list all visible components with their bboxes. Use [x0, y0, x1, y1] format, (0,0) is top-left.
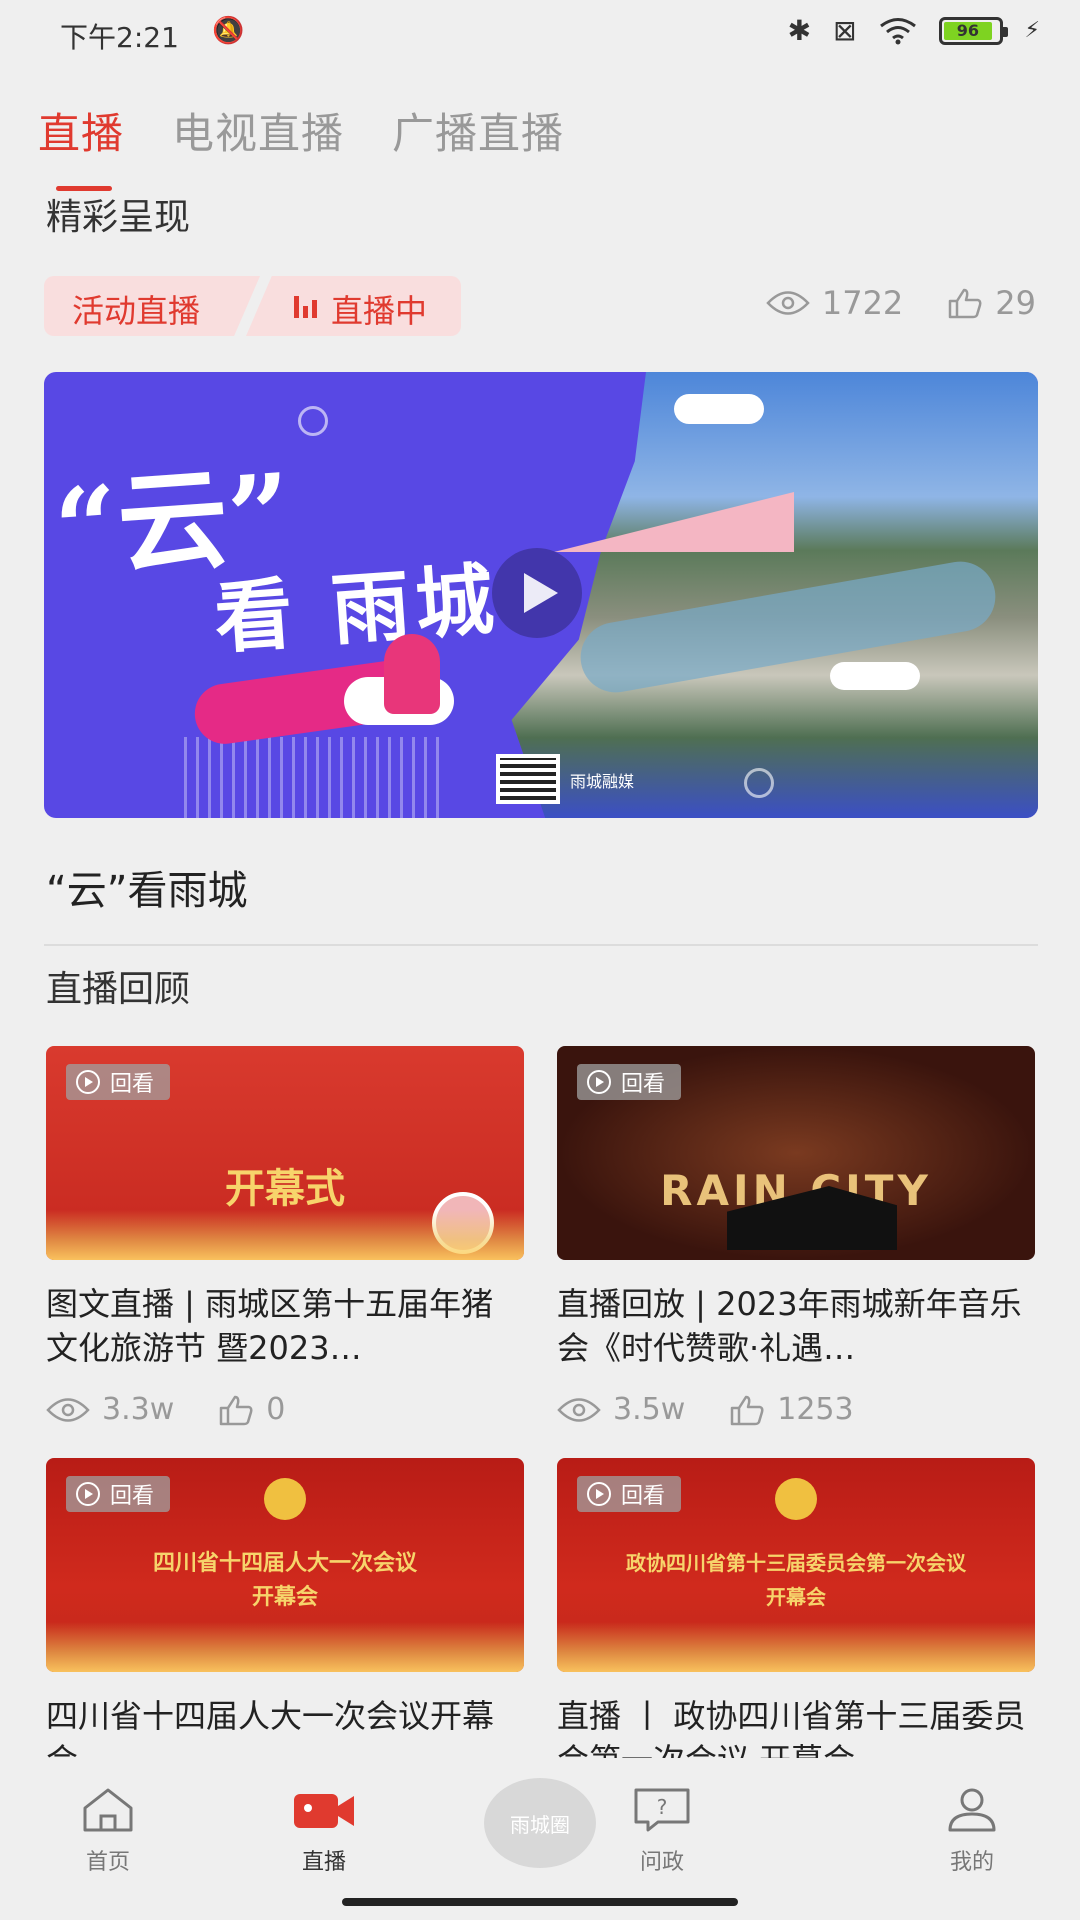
card-title: 图文直播 | 雨城区第十五届年猪文化旅游节 暨2023…	[46, 1285, 494, 1367]
nav-yucheng-circle[interactable]: 雨城圈	[484, 1778, 596, 1868]
featured-live-name[interactable]: “云”看雨城	[46, 858, 247, 916]
qr-code	[496, 754, 560, 804]
bluetooth-icon: ✱	[787, 14, 812, 47]
top-tabs: 直播 电视直播 广播直播	[38, 100, 564, 191]
featured-section-title: 精彩呈现	[46, 197, 191, 238]
replay-badge: 回看	[577, 1476, 682, 1512]
tab-tv-live[interactable]: 电视直播	[172, 100, 344, 161]
thumbs-up-icon	[731, 1395, 764, 1425]
card-views: 3.3w	[102, 1392, 175, 1427]
replay-badge: 回看	[66, 1064, 171, 1100]
nav-inquiry[interactable]: ? 问政	[602, 1786, 722, 1876]
charging-icon: ⚡	[1024, 18, 1040, 43]
question-chat-icon: ?	[634, 1788, 690, 1832]
eye-icon	[766, 291, 810, 315]
play-icon[interactable]	[492, 548, 582, 638]
banner-brand: 雨城融媒	[570, 772, 635, 791]
emblem-icon	[775, 1478, 817, 1520]
live-status-tag: 直播中	[246, 276, 462, 336]
review-card[interactable]: 回看 RAIN CITY 直播回放 | 2023年雨城新年音乐会《时代赞歌·礼遇…	[557, 1046, 1035, 1427]
svg-text:?: ?	[657, 1795, 668, 1819]
card-title: 直播回放 | 2023年雨城新年音乐会《时代赞歌·礼遇…	[557, 1285, 1022, 1367]
home-icon	[83, 1788, 133, 1832]
sim-icon: ⊠	[833, 14, 857, 47]
card-thumbnail: 回看 四川省十四届人大一次会议 开幕会	[46, 1458, 524, 1672]
replay-badge: 回看	[66, 1476, 171, 1512]
play-circle-icon	[587, 1482, 611, 1506]
video-camera-icon	[294, 1794, 354, 1828]
card-thumbnail: 回看 开幕式	[46, 1046, 524, 1260]
play-circle-icon	[76, 1482, 100, 1506]
battery-icon: 96	[938, 16, 1008, 45]
play-circle-icon	[587, 1070, 611, 1094]
thumbs-up-icon	[949, 288, 982, 319]
home-indicator[interactable]	[342, 1898, 738, 1906]
card-thumb-text: 政协四川省第十三届委员会第一次会议 开幕会	[626, 1551, 966, 1609]
eye-icon	[46, 1397, 90, 1422]
emblem-icon	[264, 1478, 306, 1520]
status-time: 下午2:21	[60, 21, 179, 54]
review-section-title: 直播回顾	[46, 969, 191, 1010]
card-views: 3.5w	[613, 1392, 686, 1427]
view-count: 1722	[821, 284, 904, 322]
card-thumbnail: 回看 政协四川省第十三届委员会第一次会议 开幕会	[557, 1458, 1035, 1672]
review-card[interactable]: 回看 开幕式 图文直播 | 雨城区第十五届年猪文化旅游节 暨2023… 3.3w…	[46, 1046, 524, 1427]
like-count: 29	[995, 284, 1036, 322]
tab-live[interactable]: 直播	[38, 100, 124, 191]
card-thumbnail: 回看 RAIN CITY	[557, 1046, 1035, 1260]
nav-live[interactable]: 直播	[264, 1786, 384, 1876]
card-likes: 0	[266, 1392, 286, 1427]
user-icon	[948, 1788, 996, 1832]
thumbs-up-icon	[220, 1395, 253, 1425]
nav-home[interactable]: 首页	[48, 1786, 168, 1876]
review-card[interactable]: 回看 政协四川省第十三届委员会第一次会议 开幕会 直播 丨 政协四川省第十三届委…	[557, 1458, 1035, 1782]
mute-icon: 🔕	[212, 16, 245, 46]
eye-icon	[557, 1397, 601, 1422]
banner-title-main: 看 雨城	[211, 554, 503, 665]
divider	[44, 944, 1038, 946]
card-likes: 1253	[777, 1392, 854, 1427]
featured-stats: 1722 29	[766, 284, 1036, 322]
live-status-label: 直播中	[331, 292, 428, 330]
live-tags: 活动直播 直播中	[44, 276, 462, 336]
category-tag: 活动直播	[44, 276, 261, 336]
review-card[interactable]: 回看 四川省十四届人大一次会议 开幕会 四川省十四届人大一次会议开幕会	[46, 1458, 524, 1782]
wifi-icon	[879, 17, 916, 44]
card-thumb-text: 四川省十四届人大一次会议 开幕会	[152, 1550, 417, 1610]
status-bar: 下午2:21 🔕 ✱ ⊠ 96 ⚡	[0, 0, 1080, 68]
replay-badge: 回看	[577, 1064, 682, 1100]
nav-profile[interactable]: 我的	[912, 1786, 1032, 1876]
play-circle-icon	[76, 1070, 100, 1094]
featured-banner[interactable]: “云” 看 雨城 雨城融媒	[44, 372, 1038, 818]
live-bars-icon	[294, 292, 318, 318]
like-button[interactable]: 29	[947, 284, 1036, 322]
tab-radio-live[interactable]: 广播直播	[392, 100, 564, 161]
